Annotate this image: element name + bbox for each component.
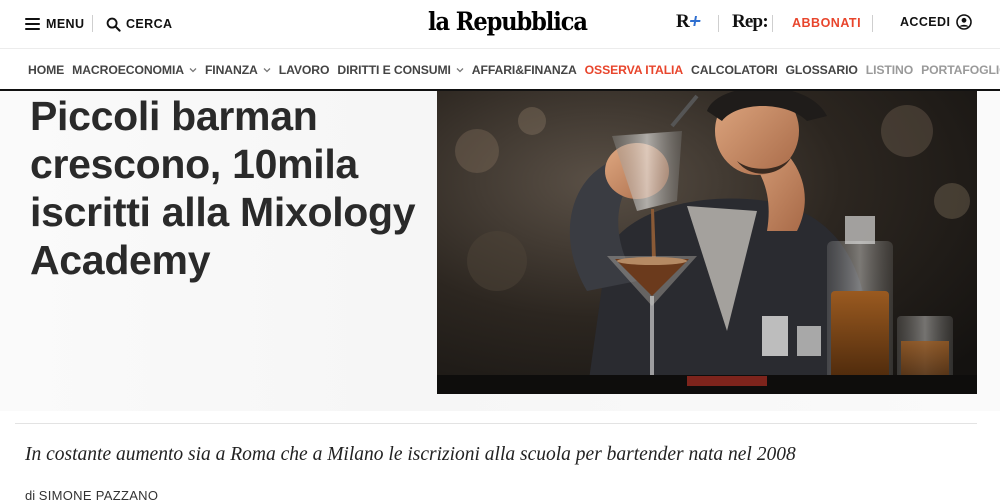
user-icon <box>956 14 973 30</box>
article-byline: di Simone Pazzano <box>25 488 158 500</box>
section-nav-items: HOME MACROECONOMIA FINANZA LAVORO DIRITTI E … <box>28 49 1000 90</box>
nav-item-label: LAVORO <box>278 62 330 77</box>
nav-item-label: FINANZA <box>204 62 258 77</box>
nav-item-calcolatori[interactable]: CALCOLATORI <box>691 62 778 77</box>
nav-item-label: AFFARI&FINANZA <box>471 62 577 77</box>
login-label: ACCEDI <box>900 15 951 29</box>
nav-item-glossario[interactable]: GLOSSARIO <box>786 63 858 77</box>
nav-item-label: DIRITTI E CONSUMI <box>337 62 451 77</box>
search-label: CERCA <box>126 17 173 31</box>
chevron-down-icon <box>456 67 464 72</box>
header-divider <box>92 15 93 32</box>
plus-icon <box>689 16 701 26</box>
login-button[interactable]: ACCEDI <box>900 14 973 30</box>
rep-link[interactable]: Rep: <box>732 11 769 33</box>
header-divider <box>718 15 719 32</box>
site-header: MENU CERCA la Repubblica R Rep: ABBONATI… <box>0 0 1000 48</box>
menu-button[interactable]: MENU <box>25 14 84 34</box>
chevron-down-icon <box>189 67 197 72</box>
nav-item-finanza[interactable]: FINANZA <box>205 63 271 77</box>
nav-item-label: GLOSSARIO <box>785 62 858 77</box>
nav-item-listino[interactable]: LISTINO <box>866 63 913 77</box>
nav-item-macroeconomia[interactable]: MACROECONOMIA <box>72 63 197 77</box>
nav-item-portafoglio[interactable]: PORTAFOGLIO <box>921 63 1000 77</box>
nav-item-label: MACROECONOMIA <box>72 62 184 77</box>
author-name[interactable]: Simone Pazzano <box>39 488 159 500</box>
menu-label: MENU <box>46 17 85 31</box>
bartender-photo <box>437 91 977 394</box>
byline-prefix: di <box>25 488 36 500</box>
nav-item-label: OSSERVA ITALIA <box>584 62 684 77</box>
nav-item-lavoro[interactable]: LAVORO <box>279 63 330 77</box>
article-subtitle: In costante aumento sia a Roma che a Mil… <box>25 444 796 465</box>
search-button[interactable]: CERCA <box>106 14 172 34</box>
article-headline: Piccoli barman crescono, 10mila iscritti… <box>30 93 416 283</box>
nav-item-label: LISTINO <box>865 62 914 77</box>
header-divider <box>872 15 873 32</box>
search-icon <box>106 17 121 32</box>
rplus-label: R <box>676 11 690 32</box>
chevron-down-icon <box>263 67 271 72</box>
article-hero-image[interactable] <box>437 91 977 394</box>
section-nav: HOME MACROECONOMIA FINANZA LAVORO DIRITTI E … <box>0 48 1000 91</box>
subscribe-link[interactable]: ABBONATI <box>792 16 861 30</box>
content-divider <box>15 423 977 424</box>
nav-item-label: CALCOLATORI <box>691 62 778 77</box>
rplus-link[interactable]: R <box>676 11 702 33</box>
header-divider <box>772 15 773 32</box>
nav-item-label: PORTAFOGLIO <box>921 62 1000 77</box>
nav-item-diritti-e-consumi[interactable]: DIRITTI E CONSUMI <box>337 62 464 77</box>
nav-item-home[interactable]: HOME <box>28 63 64 77</box>
site-logo[interactable]: la Repubblica <box>428 7 588 36</box>
nav-item-osserva-italia[interactable]: OSSERVA ITALIA <box>585 63 683 77</box>
hamburger-icon <box>25 18 40 30</box>
nav-item-affari-finanza[interactable]: AFFARI&FINANZA <box>472 63 577 77</box>
nav-item-label: HOME <box>28 62 65 77</box>
